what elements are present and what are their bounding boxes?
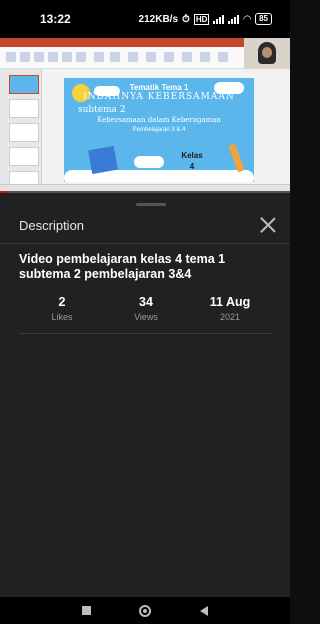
- slide-kelas: Kelas 4: [172, 150, 212, 172]
- kelas-label: Kelas: [181, 151, 203, 160]
- slide-thumbnails: [0, 69, 42, 193]
- upload-year: 2021: [219, 312, 241, 322]
- slide-subtitle: Kebersamaan dalam Keberagaman: [97, 116, 221, 124]
- video-player[interactable]: Tematik Tema 1 INDAHNYA KEBERSAMAAN subt…: [0, 38, 290, 193]
- slide-canvas: Tematik Tema 1 INDAHNYA KEBERSAMAAN subt…: [64, 78, 254, 182]
- wifi-icon: ◠: [243, 13, 252, 25]
- signal-icon-2: [228, 14, 240, 24]
- slide-title: INDAHNYA KEBERSAMAAN: [83, 92, 235, 102]
- battery-icon: 85: [255, 13, 272, 25]
- close-icon[interactable]: [258, 215, 278, 235]
- views-stat: 34 Views: [104, 295, 188, 322]
- video-title: Video pembelajaran kelas 4 tema 1 subtem…: [19, 252, 226, 281]
- square-icon[interactable]: [82, 606, 92, 615]
- divider: [0, 243, 290, 244]
- kelas-number: 4: [189, 162, 195, 171]
- slide-subtema: subtema 2: [78, 105, 126, 115]
- circle-icon[interactable]: [139, 604, 152, 617]
- webcam-overlay: [244, 38, 290, 69]
- drag-handle[interactable]: [136, 203, 166, 206]
- net-speed: 212KB/s: [138, 13, 179, 25]
- alarm-icon: ⏱: [182, 13, 190, 25]
- signal-icon: [213, 14, 225, 24]
- system-nav-bar: [0, 597, 290, 624]
- date-stat: 11 Aug 2021: [188, 295, 272, 322]
- likes-count: 2: [58, 295, 66, 309]
- stats-row: 2 Likes 34 Views 11 Aug 2021: [20, 295, 272, 322]
- divider: [19, 333, 272, 334]
- slide-thumb: [9, 99, 39, 118]
- slide-pembelajaran: Pembelajaran 3 & 4: [132, 127, 186, 133]
- likes-label: Likes: [51, 312, 73, 322]
- description-panel: Description Video pembelajaran kelas 4 t…: [0, 193, 290, 597]
- likes-stat: 2 Likes: [20, 295, 104, 322]
- slide-thumb: [9, 123, 39, 142]
- description-header: Description: [0, 207, 290, 243]
- slide-thumb: [9, 75, 39, 94]
- book-icon: [88, 145, 118, 175]
- status-bar: 13:22 212KB/s ⏱ HD ◠ 85: [0, 0, 290, 38]
- description-title: Description: [19, 217, 85, 233]
- pencil-icon: [228, 143, 245, 173]
- triangle-back-icon[interactable]: [199, 605, 208, 616]
- cloud-icon: [134, 156, 164, 168]
- views-count: 34: [139, 295, 153, 309]
- views-label: Views: [134, 312, 158, 322]
- clock: 13:22: [40, 12, 71, 26]
- hd-icon: HD: [193, 13, 210, 25]
- upload-date: 11 Aug: [209, 295, 251, 309]
- status-icons: 212KB/s ⏱ HD ◠ 85: [139, 13, 272, 25]
- slide-tema: Tematik Tema 1: [129, 83, 189, 92]
- slide-thumb: [9, 147, 39, 166]
